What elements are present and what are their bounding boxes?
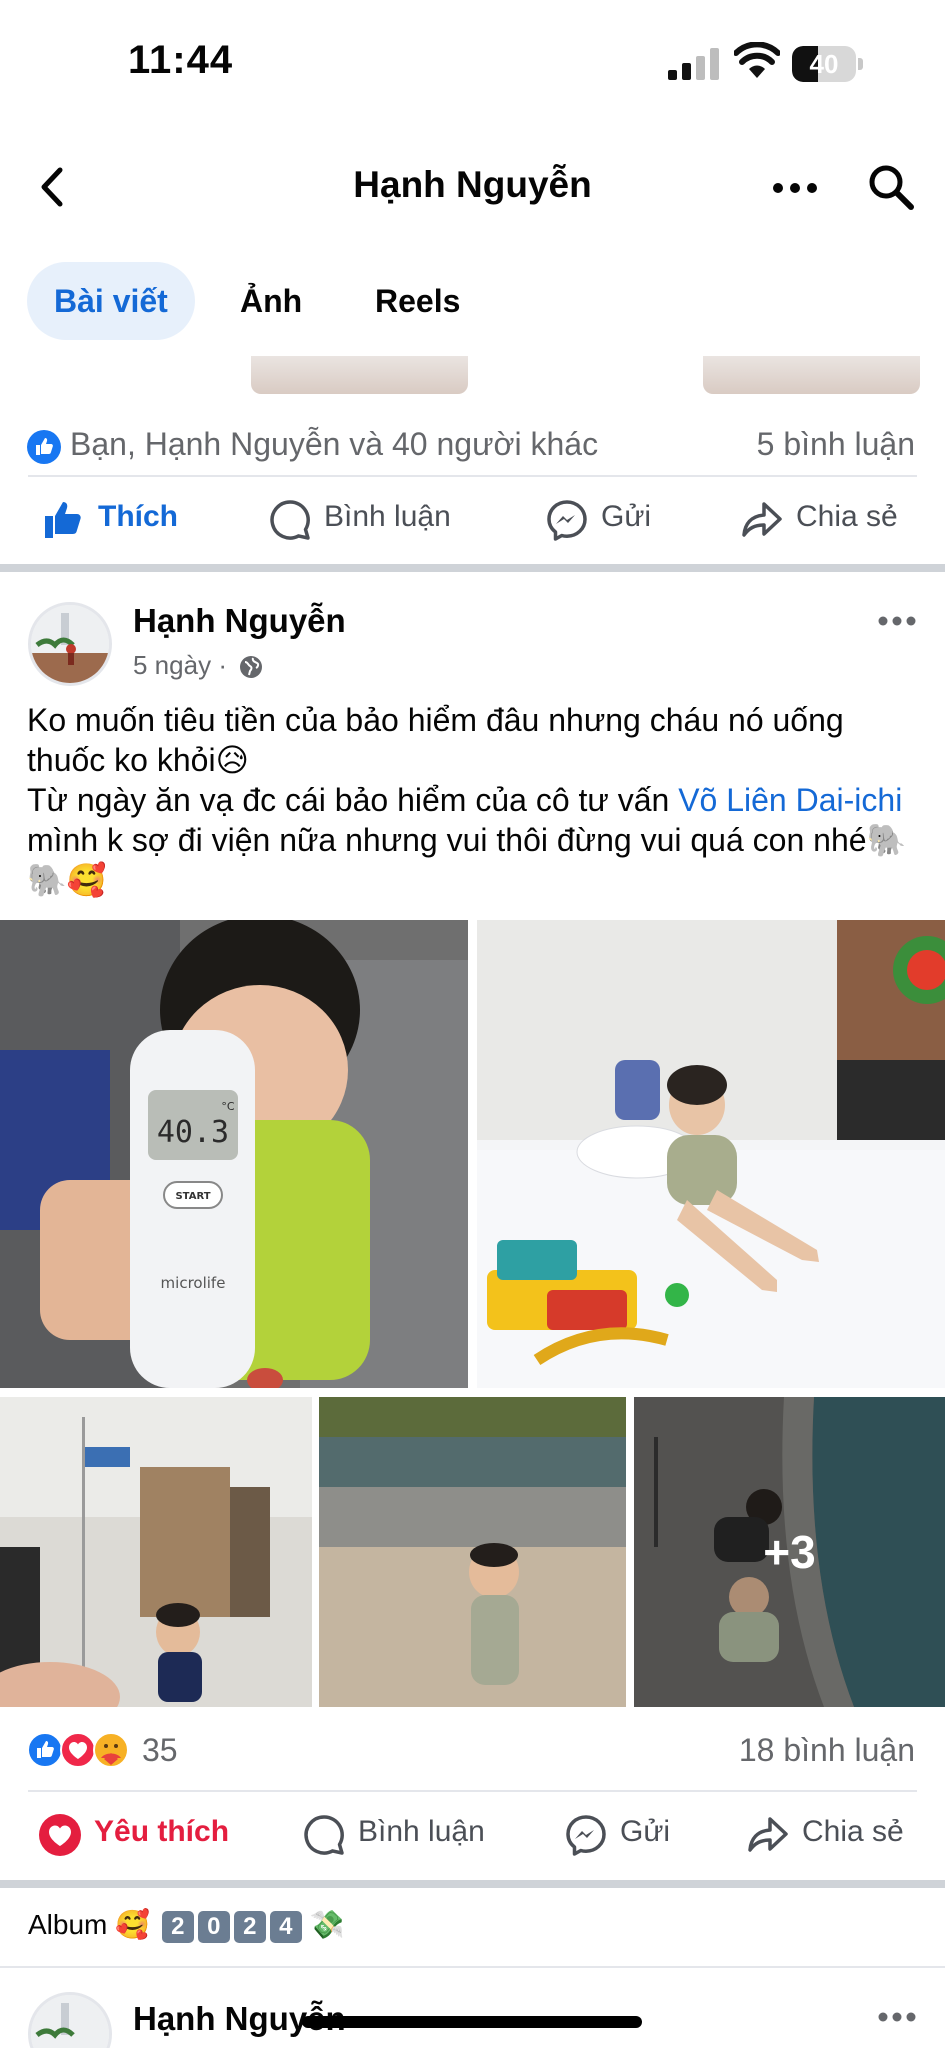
comment-count[interactable]: 5 bình luận [757, 426, 915, 463]
thermometer-unit: °C [221, 1100, 235, 1113]
back-icon[interactable] [32, 164, 72, 210]
post-text-line2-after: mình k sợ đi viện nữa nhưng vui thôi đừn… [27, 822, 907, 898]
status-bar: 11:44 40 [0, 0, 945, 120]
battery-icon: 40 [792, 46, 864, 82]
share-button[interactable]: Chia sẻ [746, 1795, 926, 1875]
thermometer: 40.3 °C START microlife [130, 1030, 255, 1388]
author-avatar[interactable] [28, 602, 112, 686]
share-label: Chia sẻ [796, 500, 898, 533]
send-button[interactable]: Gửi [545, 480, 675, 560]
post-reactions[interactable]: 35 18 bình luận [0, 1720, 945, 1780]
cellular-signal-icon [668, 48, 719, 80]
thermometer-start-button: START [175, 1191, 210, 1202]
reaction-count: 35 [142, 1732, 178, 1768]
tab-reels[interactable]: Reels [348, 262, 487, 340]
profile-header: Hạnh Nguyễn [0, 140, 945, 236]
divider [28, 475, 917, 477]
post-photo-pool[interactable]: +3 [634, 1397, 945, 1707]
post-time: 5 ngày [133, 650, 212, 680]
share-icon [742, 502, 782, 537]
previous-post-actions: Thích Bình luận Gửi Chia sẻ [0, 480, 945, 560]
post-more-icon[interactable] [876, 610, 918, 632]
send-button[interactable]: Gửi [564, 1795, 694, 1875]
like-reaction-icon [27, 1732, 63, 1768]
share-button[interactable]: Chia sẻ [740, 480, 920, 560]
comment-label: Bình luận [358, 1815, 485, 1848]
share-label: Chia sẻ [802, 1815, 904, 1848]
post-photo-hallway[interactable] [0, 1397, 312, 1707]
mention-link[interactable]: Võ Liên Dai-ichi [678, 782, 902, 818]
comment-label: Bình luận [324, 500, 451, 533]
like-button[interactable]: Thích [42, 480, 202, 560]
album-digit: 2 [161, 1910, 194, 1943]
page-title: Hạnh Nguyễn [353, 164, 592, 205]
wifi-icon [734, 42, 780, 78]
comment-count[interactable]: 18 bình luận [739, 1732, 915, 1769]
thumbs-up-icon [45, 502, 81, 538]
post-meta: 5 ngày · [133, 650, 264, 681]
album-digit: 0 [197, 1910, 230, 1943]
post-text-line2-before: Từ ngày ăn vạ đc cái bảo hiểm của cô tư … [27, 782, 679, 818]
previous-post-reactions[interactable]: Bạn, Hạnh Nguyễn và 40 người khác 5 bình… [0, 414, 945, 474]
divider [0, 1966, 945, 1968]
send-label: Gửi [620, 1815, 671, 1848]
post-separator [0, 564, 945, 572]
album-label: Album 🥰 [28, 1909, 151, 1940]
status-time: 11:44 [128, 38, 234, 82]
thermometer-reading: 40.3 [157, 1115, 229, 1150]
home-indicator[interactable] [302, 2016, 642, 2028]
album-title[interactable]: Album 🥰 2024 💸 [28, 1908, 344, 1943]
reactions-summary: Bạn, Hạnh Nguyễn và 40 người khác [70, 426, 599, 462]
comment-button[interactable]: Bình luận [268, 480, 468, 560]
love-reaction-icon [60, 1732, 96, 1768]
like-label: Thích [98, 500, 178, 533]
profile-tabs: Bài viết Ảnh Reels [0, 262, 945, 340]
album-digit: 2 [233, 1910, 266, 1943]
album-emoji: 💸 [309, 1909, 345, 1940]
previous-post-photo[interactable] [251, 356, 468, 394]
thermometer-brand: microlife [161, 1274, 226, 1292]
comment-icon [270, 500, 310, 540]
post-text-line1: Ko muốn tiêu tiền của bảo hiểm đâu nhưng… [27, 702, 844, 778]
more-options-icon[interactable] [770, 176, 820, 200]
tab-posts[interactable]: Bài viết [27, 262, 195, 340]
battery-percent: 40 [809, 49, 839, 79]
love-icon [39, 1814, 81, 1856]
divider [28, 1790, 917, 1792]
comment-button[interactable]: Bình luận [302, 1795, 502, 1875]
love-label: Yêu thích [94, 1815, 230, 1848]
post-photo-outdoor[interactable] [319, 1397, 626, 1707]
search-icon[interactable] [866, 162, 916, 212]
tab-photos[interactable]: Ảnh [213, 262, 329, 340]
messenger-icon [566, 1815, 606, 1856]
like-reaction-icon [27, 430, 61, 464]
care-reaction-icon [93, 1732, 129, 1768]
post-text: Ko muốn tiêu tiền của bảo hiểm đâu nhưng… [27, 700, 917, 900]
album-digit: 4 [269, 1910, 302, 1943]
love-button[interactable]: Yêu thích [38, 1795, 238, 1875]
post-separator [0, 1880, 945, 1888]
post-author-name[interactable]: Hạnh Nguyễn [133, 602, 346, 640]
post-more-icon[interactable] [876, 2006, 918, 2028]
send-label: Gửi [601, 500, 652, 533]
author-avatar[interactable] [28, 1992, 112, 2048]
more-photos-overlay[interactable]: +3 [634, 1397, 945, 1707]
comment-icon [304, 1815, 344, 1855]
messenger-icon [547, 500, 587, 541]
post-actions: Yêu thích Bình luận Gửi Chia sẻ [0, 1795, 945, 1875]
post-photo-hospital-bed[interactable] [477, 920, 945, 1388]
globe-icon [240, 656, 263, 679]
share-icon [748, 1817, 788, 1852]
post-photo-thermometer[interactable]: 40.3 °C START microlife [0, 920, 468, 1388]
previous-post-photo[interactable] [703, 356, 920, 394]
